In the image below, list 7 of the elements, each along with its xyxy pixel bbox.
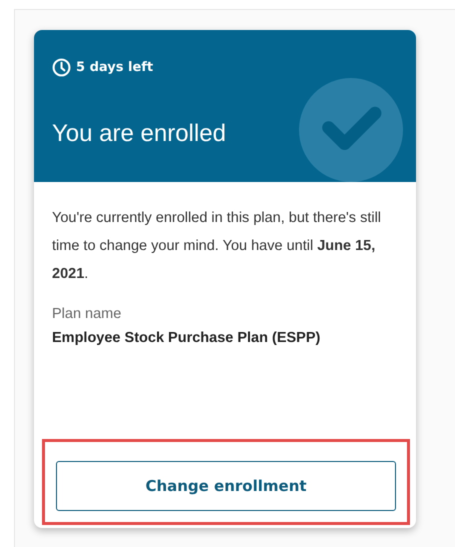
enrollment-message: You're currently enrolled in this plan, but there's still time to change your mind. You have until June 15, 2021.: [52, 209, 382, 284]
plan-name-label: Plan name: [52, 306, 122, 322]
change-enrollment-button[interactable]: Change enrollment: [56, 461, 396, 511]
plan-name: Employee Stock Purchase Plan (ESPP): [52, 330, 322, 346]
clock-icon: [52, 58, 71, 77]
countdown-label: 5 days left: [76, 60, 154, 75]
card-title: You are enrolled: [52, 120, 227, 148]
